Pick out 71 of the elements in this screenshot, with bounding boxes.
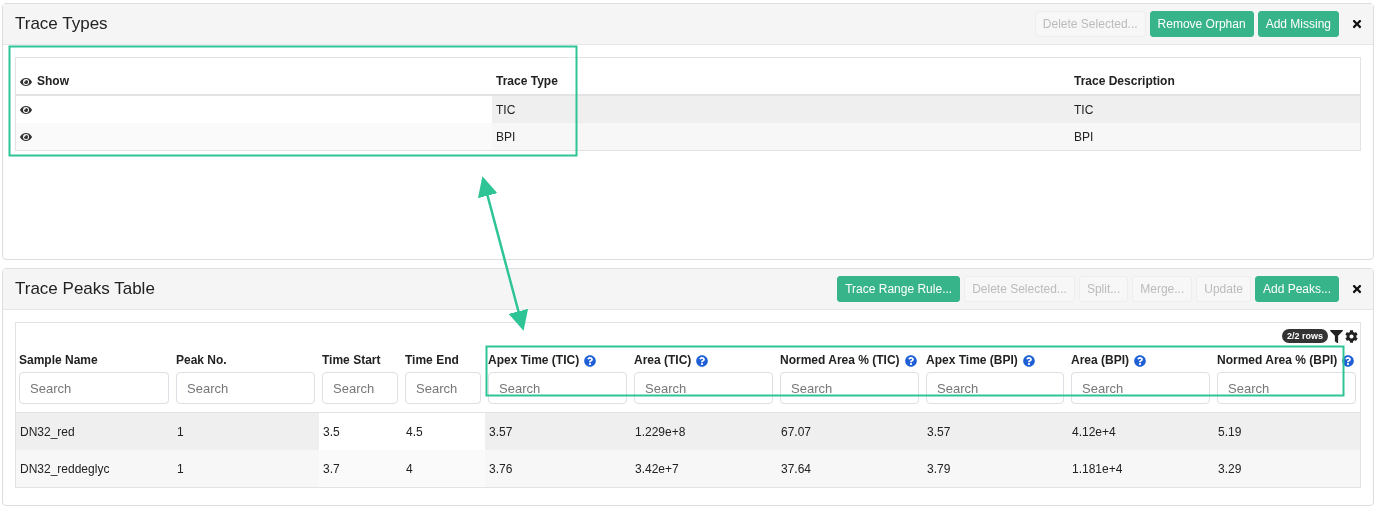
- column-header[interactable]: Apex Time (TIC): [485, 343, 631, 369]
- table-cell: 4: [402, 450, 485, 487]
- table-cell: 4.12e+4: [1068, 413, 1214, 450]
- column-header[interactable]: Sample Name: [16, 343, 173, 369]
- help-icon[interactable]: [1022, 355, 1035, 367]
- table-cell: 1.181e+4: [1068, 450, 1214, 487]
- table-cell: 1: [173, 413, 319, 450]
- panel-title: Trace Types: [15, 14, 109, 34]
- table-cell: 5.19: [1214, 413, 1360, 450]
- search-field[interactable]: Search: [19, 372, 169, 404]
- column-header[interactable]: Time End: [402, 343, 485, 369]
- table-cell: DN32_red: [16, 413, 173, 450]
- table-cell: 1.229e+8: [631, 413, 777, 450]
- header-label: Trace Type: [496, 74, 558, 88]
- search-field[interactable]: Search: [1217, 372, 1356, 404]
- panel-title: Trace Peaks Table: [15, 279, 156, 299]
- row-count-badge: 2/2 rows: [1281, 329, 1328, 343]
- header-label: Time End: [405, 353, 459, 367]
- search-field[interactable]: Search: [926, 372, 1064, 404]
- search-field[interactable]: Search: [634, 372, 773, 404]
- help-icon[interactable]: [584, 355, 597, 367]
- table-cell: DN32_reddeglyc: [16, 450, 173, 487]
- header-label: Sample Name: [19, 353, 98, 367]
- search-field[interactable]: Search: [322, 372, 398, 404]
- column-header[interactable]: Time Start: [319, 343, 402, 369]
- header-label: Apex Time (BPI): [926, 353, 1018, 367]
- column-header[interactable]: Apex Time (BPI): [923, 343, 1068, 369]
- eye-icon[interactable]: [20, 130, 32, 143]
- help-icon[interactable]: [696, 355, 709, 367]
- column-header[interactable]: Area (BPI): [1068, 343, 1214, 369]
- table-cell: 67.07: [777, 413, 923, 450]
- header-label: Show: [37, 74, 69, 88]
- table-cell: TIC: [1070, 96, 1360, 123]
- header-label: Area (TIC): [634, 353, 692, 367]
- table-cell: BPI: [492, 123, 1070, 150]
- table-cell: 3.57: [485, 413, 631, 450]
- search-field[interactable]: Search: [780, 372, 919, 404]
- search-field[interactable]: Search: [176, 372, 315, 404]
- table-cell: 37.64: [777, 450, 923, 487]
- column-header[interactable]: Normed Area % (BPI): [1214, 343, 1360, 369]
- table-cell: 3.57: [923, 413, 1068, 450]
- column-header[interactable]: Peak No.: [173, 343, 319, 369]
- table-cell: 3.79: [923, 450, 1068, 487]
- search-field[interactable]: Search: [405, 372, 481, 404]
- table-cell: TIC: [492, 96, 1070, 123]
- header-label: Normed Area % (TIC): [780, 353, 900, 367]
- table-cell: 3.7: [319, 450, 402, 487]
- settings-icon[interactable]: [1345, 329, 1358, 343]
- table-cell: 3.42e+7: [631, 450, 777, 487]
- column-header[interactable]: Normed Area % (TIC): [777, 343, 923, 369]
- filter-icon[interactable]: [1330, 329, 1343, 343]
- help-icon[interactable]: [904, 355, 917, 367]
- column-header[interactable]: Area (TIC): [631, 343, 777, 369]
- table-cell: 3.29: [1214, 450, 1360, 487]
- table-cell: BPI: [1070, 123, 1360, 150]
- table-cell: 1: [173, 450, 319, 487]
- search-field[interactable]: Search: [488, 372, 627, 404]
- close-icon[interactable]: [1351, 283, 1363, 295]
- header-label: Peak No.: [176, 353, 227, 367]
- eye-icon: [20, 76, 32, 88]
- search-field[interactable]: Search: [1071, 372, 1210, 404]
- help-icon[interactable]: [1134, 355, 1146, 367]
- close-icon[interactable]: [1351, 18, 1363, 30]
- eye-icon[interactable]: [20, 103, 32, 116]
- header-label: Normed Area % (BPI): [1217, 353, 1338, 367]
- table-cell: 3.76: [485, 450, 631, 487]
- help-icon[interactable]: [1342, 355, 1355, 367]
- header-label: Time Start: [322, 353, 381, 367]
- header-label: Area (BPI): [1071, 353, 1129, 367]
- header-label: Trace Description: [1074, 74, 1175, 88]
- header-label: Apex Time (TIC): [488, 353, 580, 367]
